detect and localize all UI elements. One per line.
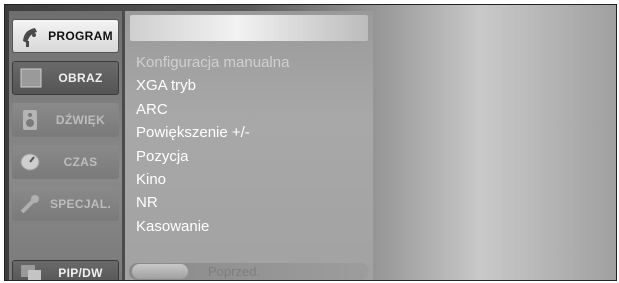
sidebar: PROGRAM OBRAZ DŹWIĘK CZAS SPECJAL. PIP/D… [9,11,122,280]
menu-item-konfiguracja-manualna[interactable]: Konfiguracja manualna [136,51,289,74]
submenu-panel: Konfiguracja manualna XGA tryb ARC Powię… [125,11,373,280]
back-button[interactable] [132,264,188,279]
menu-item-powiekszenie[interactable]: Powiększenie +/- [136,121,289,144]
key-icon [18,193,42,215]
submenu-header-highlight [130,15,368,41]
menu-item-arc[interactable]: ARC [136,98,289,121]
footer-label: Poprzed. [208,264,261,279]
menu-item-nr[interactable]: NR [136,191,289,214]
sidebar-item-czas[interactable]: CZAS [12,145,119,179]
menu-item-xga-tryb[interactable]: XGA tryb [136,74,289,97]
menu-item-kasowanie[interactable]: Kasowanie [136,215,289,238]
sidebar-item-label: PIP/DW [58,266,103,280]
sidebar-item-label: SPECJAL. [49,197,112,211]
sidebar-item-obraz[interactable]: OBRAZ [12,61,119,95]
sidebar-item-program[interactable]: PROGRAM [12,19,119,53]
sidebar-item-label: DŹWIĘK [55,113,106,127]
tv-osd-screen: PROGRAM OBRAZ DŹWIĘK CZAS SPECJAL. PIP/D… [4,4,617,281]
picture-icon [19,67,43,89]
footer-bar: Poprzed. [129,263,369,280]
menu-item-kino[interactable]: Kino [136,168,289,191]
sidebar-item-dzwiek[interactable]: DŹWIĘK [12,103,119,137]
sidebar-item-label: CZAS [63,155,98,169]
sidebar-item-label: OBRAZ [58,71,103,85]
submenu-list: Konfiguracja manualna XGA tryb ARC Powię… [136,51,289,238]
pip-window-icon [19,262,43,280]
sidebar-item-label: PROGRAM [48,29,113,43]
clock-icon [18,151,42,173]
speaker-icon [18,109,42,131]
menu-item-pozycja[interactable]: Pozycja [136,145,289,168]
satellite-dish-icon [19,25,43,47]
sidebar-item-specjal[interactable]: SPECJAL. [12,187,119,221]
sidebar-item-pip-dw[interactable]: PIP/DW [12,260,119,280]
